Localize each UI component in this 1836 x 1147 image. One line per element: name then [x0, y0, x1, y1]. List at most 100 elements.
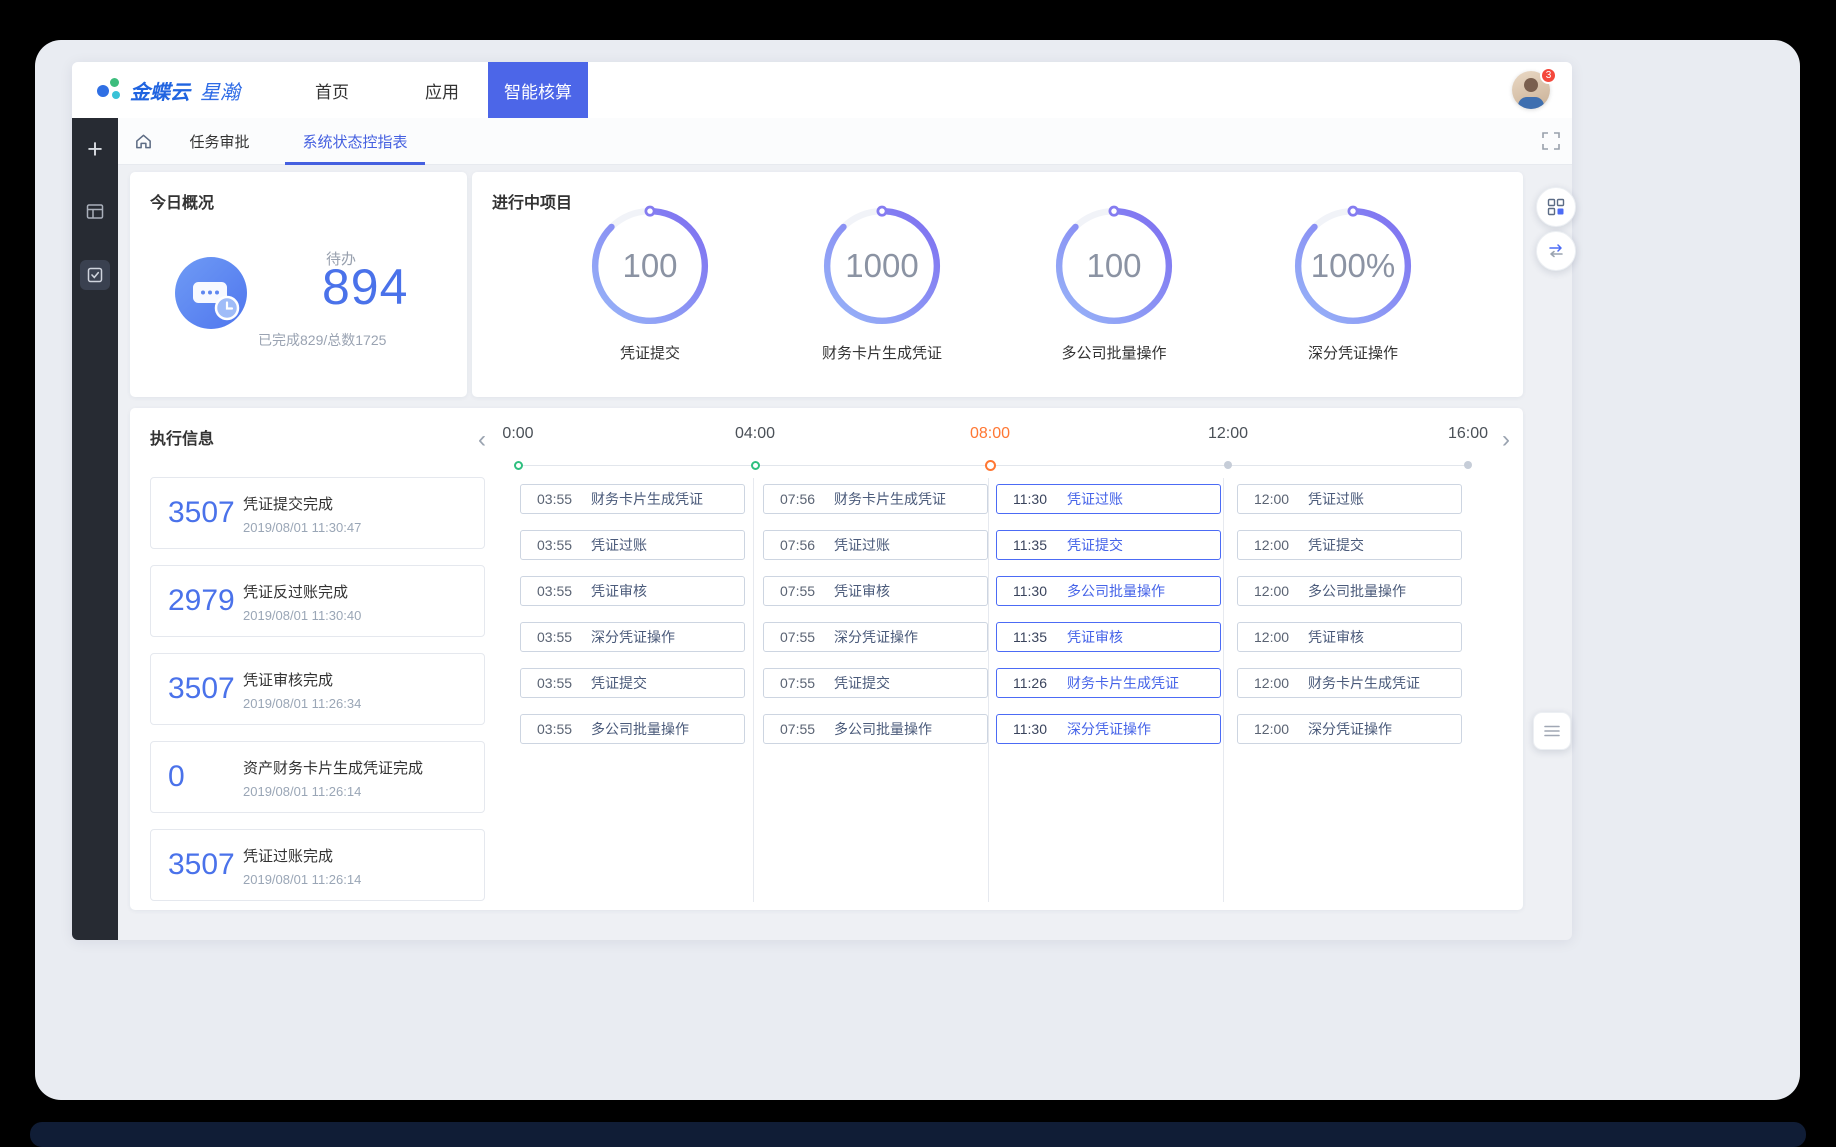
event-label: 多公司批量操作	[1308, 581, 1406, 601]
event-chip[interactable]: 11:35 凭证审核	[996, 622, 1221, 652]
stat-text: 凭证提交完成 2019/08/01 11:30:47	[243, 491, 361, 535]
event-chip[interactable]: 12:00 财务卡片生成凭证	[1237, 668, 1462, 698]
todo-count: 894	[322, 258, 408, 316]
event-time: 07:55	[764, 629, 834, 645]
timeline-tick-label[interactable]: 16:00	[1428, 425, 1508, 443]
gauge-value: 1000	[818, 202, 946, 330]
event-chip[interactable]: 07:55 深分凭证操作	[763, 622, 988, 652]
stat-title: 凭证反过账完成	[243, 581, 361, 602]
event-chip[interactable]: 11:35 凭证提交	[996, 530, 1221, 560]
event-label: 凭证过账	[1067, 489, 1123, 509]
gauge-value: 100	[1050, 202, 1178, 330]
event-time: 07:55	[764, 721, 834, 737]
stat-card[interactable]: 3507 凭证过账完成 2019/08/01 11:26:14	[150, 829, 485, 901]
stat-card[interactable]: 3507 凭证审核完成 2019/08/01 11:26:34	[150, 653, 485, 725]
nav-item-apps[interactable]: 应用	[407, 62, 477, 118]
stat-value: 3507	[151, 672, 243, 706]
nav-item-smart-accounting[interactable]: 智能核算	[488, 62, 588, 118]
column-separator	[753, 478, 754, 902]
event-time: 03:55	[521, 537, 591, 553]
event-chip[interactable]: 07:55 凭证审核	[763, 576, 988, 606]
home-icon[interactable]	[134, 132, 153, 156]
event-time: 12:00	[1238, 721, 1308, 737]
event-time: 12:00	[1238, 537, 1308, 553]
event-label: 凭证提交	[834, 673, 890, 693]
timeline-tick-label[interactable]: 12:00	[1188, 425, 1268, 443]
event-label: 凭证审核	[591, 581, 647, 601]
user-avatar[interactable]: 3	[1512, 71, 1550, 109]
stat-card[interactable]: 0 资产财务卡片生成凭证完成 2019/08/01 11:26:14	[150, 741, 485, 813]
event-chip[interactable]: 11:30 凭证过账	[996, 484, 1221, 514]
event-label: 深分凭证操作	[834, 627, 918, 647]
event-time: 11:30	[997, 583, 1067, 599]
stat-title: 凭证审核完成	[243, 669, 361, 690]
logo-dot-green-icon	[110, 78, 119, 87]
event-chip[interactable]: 07:55 凭证提交	[763, 668, 988, 698]
event-time: 03:55	[521, 583, 591, 599]
stat-text: 资产财务卡片生成凭证完成 2019/08/01 11:26:14	[243, 755, 423, 799]
gauge-label: 深分凭证操作	[1253, 342, 1453, 363]
event-chip[interactable]: 12:00 深分凭证操作	[1237, 714, 1462, 744]
list-icon	[86, 203, 104, 220]
stat-card[interactable]: 2979 凭证反过账完成 2019/08/01 11:30:40	[150, 565, 485, 637]
floating-apps-button[interactable]	[1536, 187, 1576, 227]
event-chip[interactable]: 12:00 凭证提交	[1237, 530, 1462, 560]
timeline-tick-label[interactable]: 0:00	[478, 425, 558, 443]
stat-card[interactable]: 3507 凭证提交完成 2019/08/01 11:30:47	[150, 477, 485, 549]
floating-swap-button[interactable]	[1536, 231, 1576, 271]
today-card-title: 今日概况	[150, 189, 214, 213]
logo-dot-blue-icon	[97, 85, 109, 97]
today-summary: 已完成829/总数1725	[258, 330, 386, 350]
tab-system-status[interactable]: 系统状态控指表	[285, 118, 425, 165]
sidebar-tasks-button[interactable]	[72, 252, 118, 298]
sidebar-list-button[interactable]	[72, 188, 118, 234]
timeline-tick-dot	[751, 461, 760, 470]
event-chip[interactable]: 03:55 凭证过账	[520, 530, 745, 560]
event-chip[interactable]: 03:55 财务卡片生成凭证	[520, 484, 745, 514]
floating-menu-button[interactable]	[1533, 712, 1571, 750]
window-backdrop: 金蝶云 星瀚 首页 应用 智能核算 3 任务审批 系统状态控指表 +	[35, 40, 1800, 1100]
stat-title: 资产财务卡片生成凭证完成	[243, 757, 423, 778]
event-label: 凭证审核	[1067, 627, 1123, 647]
in-progress-projects-card: 进行中项目 100 凭证提交 1000 财务卡片生成凭证	[472, 172, 1523, 397]
event-chip[interactable]: 03:55 凭证审核	[520, 576, 745, 606]
timeline-tick-label[interactable]: 04:00	[715, 425, 795, 443]
event-chip[interactable]: 12:00 凭证审核	[1237, 622, 1462, 652]
stat-title: 凭证提交完成	[243, 493, 361, 514]
event-chip[interactable]: 11:30 多公司批量操作	[996, 576, 1221, 606]
event-label: 多公司批量操作	[834, 719, 932, 739]
gauge: 100 多公司批量操作	[1014, 202, 1214, 363]
event-label: 凭证审核	[1308, 627, 1364, 647]
stat-value: 2979	[151, 584, 243, 618]
tab-task-approval[interactable]: 任务审批	[172, 118, 267, 165]
event-time: 03:55	[521, 721, 591, 737]
event-chip[interactable]: 03:55 深分凭证操作	[520, 622, 745, 652]
event-chip[interactable]: 11:30 深分凭证操作	[996, 714, 1221, 744]
gauge-value: 100%	[1289, 202, 1417, 330]
event-chip[interactable]: 03:55 多公司批量操作	[520, 714, 745, 744]
event-chip[interactable]: 12:00 凭证过账	[1237, 484, 1462, 514]
column-separator	[988, 478, 989, 902]
fullscreen-icon[interactable]	[1542, 132, 1560, 155]
event-chip[interactable]: 03:55 凭证提交	[520, 668, 745, 698]
tab-bar: 任务审批 系统状态控指表	[72, 118, 1572, 165]
event-time: 07:55	[764, 675, 834, 691]
logo-text-secondary: 星瀚	[200, 76, 240, 105]
event-chip[interactable]: 07:55 多公司批量操作	[763, 714, 988, 744]
event-label: 凭证提交	[1067, 535, 1123, 555]
event-label: 财务卡片生成凭证	[1308, 673, 1420, 693]
event-label: 深分凭证操作	[1067, 719, 1151, 739]
gauge: 1000 财务卡片生成凭证	[782, 202, 982, 363]
background-window-edge	[30, 1122, 1806, 1147]
stat-time: 2019/08/01 11:26:34	[243, 696, 361, 711]
event-chip[interactable]: 12:00 多公司批量操作	[1237, 576, 1462, 606]
nav-item-home[interactable]: 首页	[297, 62, 367, 118]
event-label: 财务卡片生成凭证	[834, 489, 946, 509]
event-chip[interactable]: 07:56 财务卡片生成凭证	[763, 484, 988, 514]
gauge: 100 凭证提交	[550, 202, 750, 363]
timeline-tick-label[interactable]: 08:00	[950, 425, 1030, 443]
event-chip[interactable]: 11:26 财务卡片生成凭证	[996, 668, 1221, 698]
event-label: 财务卡片生成凭证	[1067, 673, 1179, 693]
event-chip[interactable]: 07:56 凭证过账	[763, 530, 988, 560]
sidebar-add-button[interactable]: +	[72, 126, 118, 172]
